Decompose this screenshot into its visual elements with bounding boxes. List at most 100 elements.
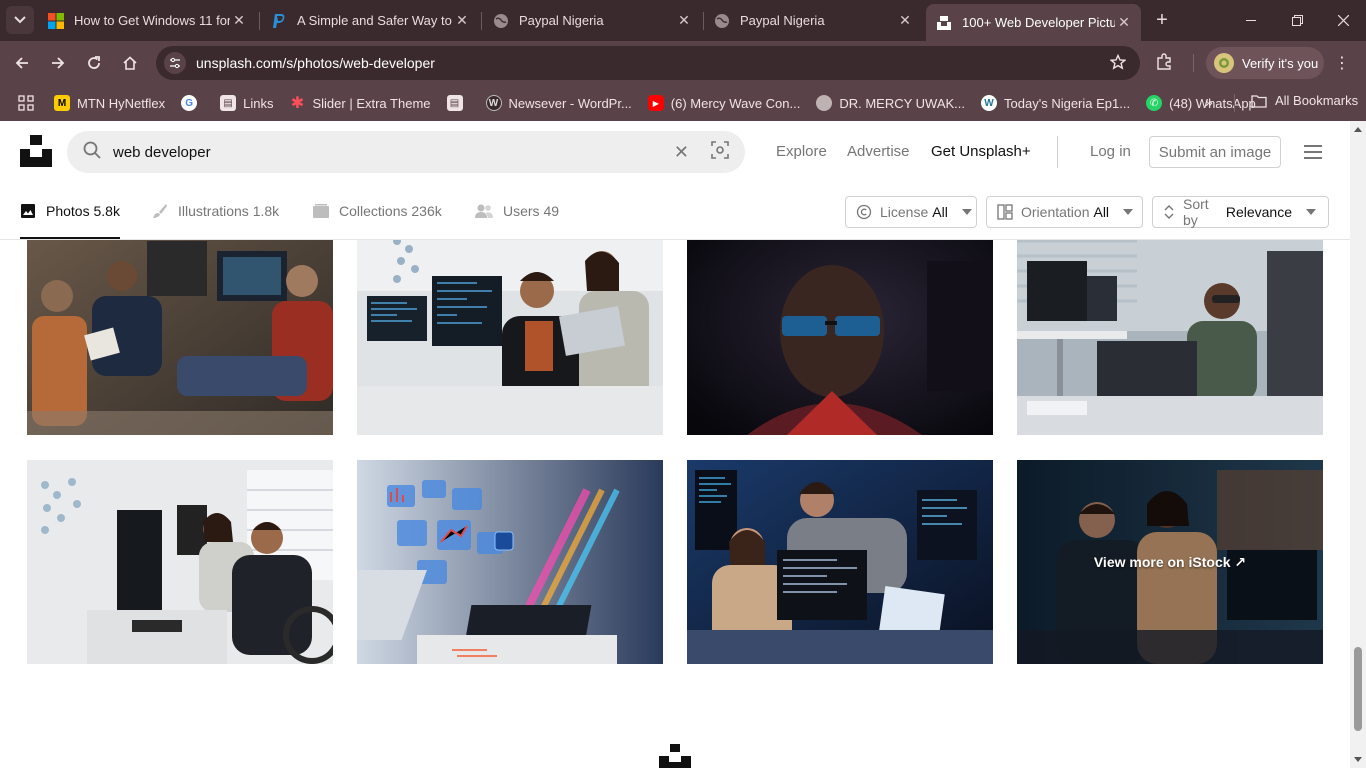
chevron-down-icon <box>1306 209 1316 215</box>
tab-illustrations[interactable]: Illustrations 1.8k <box>152 203 279 219</box>
photo-card[interactable] <box>357 221 663 435</box>
tab-label: Illustrations 1.8k <box>178 203 280 219</box>
bookmark-item[interactable]: G <box>181 95 204 111</box>
reload-button[interactable] <box>80 49 108 77</box>
browser-tab-2[interactable]: A Simple and Safer Way to P ✕ <box>261 6 479 35</box>
chevron-down-icon <box>961 209 972 215</box>
site-settings-icon[interactable] <box>164 52 186 74</box>
tab-label: Collections 236k <box>339 203 442 219</box>
doc-icon: ▤ <box>446 95 463 111</box>
photo-team-meeting <box>27 221 333 435</box>
star-icon: ✱ <box>290 95 305 112</box>
new-tab-button[interactable]: + <box>1150 8 1174 32</box>
orientation-filter-dropdown[interactable]: Orientation All <box>986 196 1143 228</box>
close-icon[interactable]: ✕ <box>453 12 471 30</box>
bookmark-item[interactable]: W Today's Nigeria Ep1... <box>981 95 1130 111</box>
tab-title: How to Get Windows 11 for <box>74 13 230 28</box>
all-bookmarks-button[interactable]: All Bookmarks <box>1251 93 1358 108</box>
bookmark-item[interactable]: ▶ (6) Mercy Wave Con... <box>647 95 801 111</box>
license-filter-dropdown[interactable]: License All <box>845 196 977 228</box>
close-window-button[interactable] <box>1320 0 1366 41</box>
close-icon[interactable]: ✕ <box>896 12 914 30</box>
close-icon[interactable]: ✕ <box>230 12 248 30</box>
istock-link-label[interactable]: View more on iStock ↗ <box>1017 460 1323 664</box>
copyright-icon <box>856 204 872 220</box>
close-icon[interactable]: ✕ <box>675 12 693 30</box>
submit-image-button[interactable]: Submit an image <box>1149 136 1281 168</box>
unsplash-icon <box>936 15 952 31</box>
login-link[interactable]: Log in <box>1090 143 1131 160</box>
close-icon[interactable]: ✕ <box>1115 14 1133 32</box>
photo-card[interactable] <box>27 221 333 435</box>
photo-card[interactable] <box>27 460 333 664</box>
minimize-button[interactable] <box>1228 0 1274 41</box>
chevron-double-right-icon[interactable]: » <box>1205 94 1213 110</box>
photo-card[interactable] <box>357 460 663 664</box>
tab-title: Paypal Nigeria <box>740 13 825 28</box>
google-icon: G <box>181 95 198 111</box>
istock-promo-card[interactable]: View more on iStock ↗ <box>1017 460 1323 664</box>
page-scrollbar[interactable] <box>1350 121 1366 768</box>
search-input[interactable]: web developer <box>113 144 674 161</box>
extensions-icon[interactable] <box>1155 53 1173 76</box>
tab-collections[interactable]: Collections 236k <box>313 203 442 219</box>
wordpress-icon: W <box>485 95 502 111</box>
doc-icon: ▤ <box>220 95 237 111</box>
photo-card[interactable] <box>1017 221 1323 435</box>
tab-users[interactable]: Users 49 <box>475 203 559 219</box>
home-icon <box>123 56 137 70</box>
bookmark-item[interactable]: ✱ Slider | Extra Theme <box>289 95 431 112</box>
sort-dropdown[interactable]: Sort by Relevance <box>1152 196 1329 228</box>
close-icon <box>1337 15 1349 26</box>
search-bar[interactable]: web developer ✕ <box>67 131 745 173</box>
scroll-down-icon[interactable] <box>1354 757 1362 762</box>
bookmark-label: (6) Mercy Wave Con... <box>670 95 801 111</box>
clear-search-icon[interactable]: ✕ <box>674 142 689 163</box>
nav-explore[interactable]: Explore <box>776 143 827 160</box>
chevron-down-icon <box>1123 209 1134 215</box>
tab-search-button[interactable] <box>6 6 34 34</box>
nav-advertise[interactable]: Advertise <box>847 143 910 160</box>
bookmark-item[interactable]: DR. MERCY UWAK... <box>816 95 965 111</box>
address-bar[interactable]: unsplash.com/s/photos/web-developer <box>156 46 1140 80</box>
filter-bar: Photos 5.8k Illustrations 1.8k Collectio… <box>0 183 1350 240</box>
bookmark-item[interactable]: W Newsever - WordPr... <box>485 95 632 111</box>
bookmark-item[interactable]: ✆ (48) WhatsApp <box>1146 95 1256 111</box>
tab-divider <box>259 12 260 30</box>
visual-search-icon[interactable] <box>711 140 729 164</box>
tab-photos[interactable]: Photos 5.8k <box>20 203 120 219</box>
browser-tab-4[interactable]: Paypal Nigeria ✕ <box>704 6 922 35</box>
forward-button[interactable] <box>44 49 72 77</box>
bookmark-item[interactable]: ▤ <box>446 95 470 111</box>
bookmark-item[interactable]: ▤ Links <box>220 95 273 111</box>
nav-get-unsplash-plus[interactable]: Get Unsplash+ <box>931 143 1031 160</box>
scroll-up-icon[interactable] <box>1354 127 1362 132</box>
bookmark-item[interactable]: M MTN HyNetflex <box>54 95 165 111</box>
license-label: License <box>880 204 929 220</box>
toolbar-divider <box>1193 54 1194 72</box>
browser-tab-1[interactable]: How to Get Windows 11 for ✕ <box>38 6 256 35</box>
profile-label: Verify it's you <box>1242 55 1319 71</box>
restore-button[interactable] <box>1274 0 1320 41</box>
photo-card[interactable] <box>687 221 993 435</box>
bookmark-star-icon[interactable] <box>1109 53 1127 75</box>
browser-tab-active[interactable]: 100+ Web Developer Picture ✕ <box>926 4 1141 41</box>
bookmark-label: MTN HyNetflex <box>77 95 166 111</box>
back-button[interactable] <box>8 49 36 77</box>
browser-tab-3[interactable]: Paypal Nigeria ✕ <box>483 6 701 35</box>
unsplash-logo[interactable] <box>20 135 52 167</box>
photo-office-developer <box>1017 221 1323 435</box>
apps-grid-icon[interactable] <box>18 95 34 111</box>
home-button[interactable] <box>116 49 144 77</box>
unsplash-footer-logo[interactable] <box>659 744 691 768</box>
orientation-value: All <box>1093 204 1110 220</box>
hamburger-menu-icon[interactable] <box>1304 145 1322 159</box>
search-icon[interactable] <box>83 141 101 164</box>
globe-icon <box>714 13 730 29</box>
scrollbar-thumb[interactable] <box>1354 647 1362 731</box>
photo-pair-programming <box>357 221 663 435</box>
profile-button[interactable]: Verify it's you <box>1206 47 1324 79</box>
photo-card[interactable] <box>687 460 993 664</box>
more-menu-icon[interactable]: ⋮ <box>1334 53 1350 73</box>
browser-toolbar: unsplash.com/s/photos/web-developer Veri… <box>0 41 1366 85</box>
